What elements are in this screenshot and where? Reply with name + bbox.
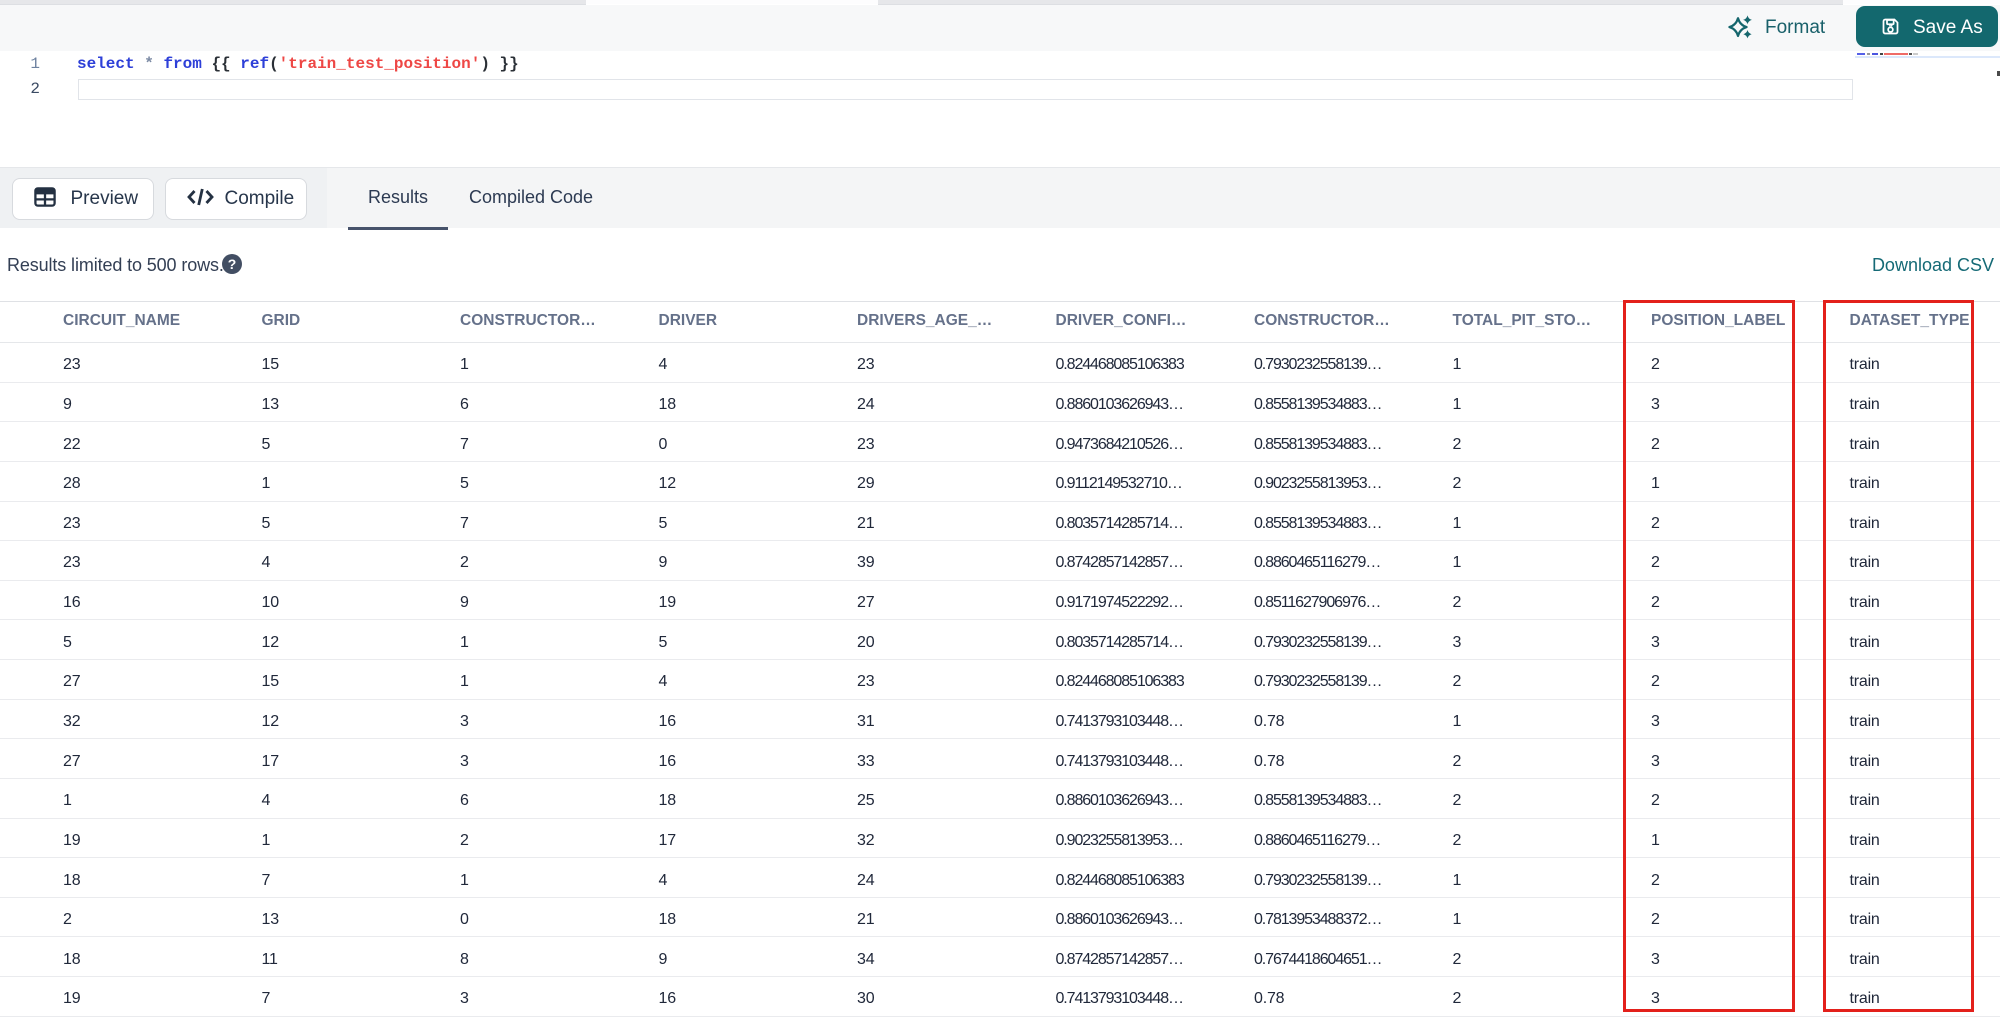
svg-text:?: ? (228, 256, 237, 272)
